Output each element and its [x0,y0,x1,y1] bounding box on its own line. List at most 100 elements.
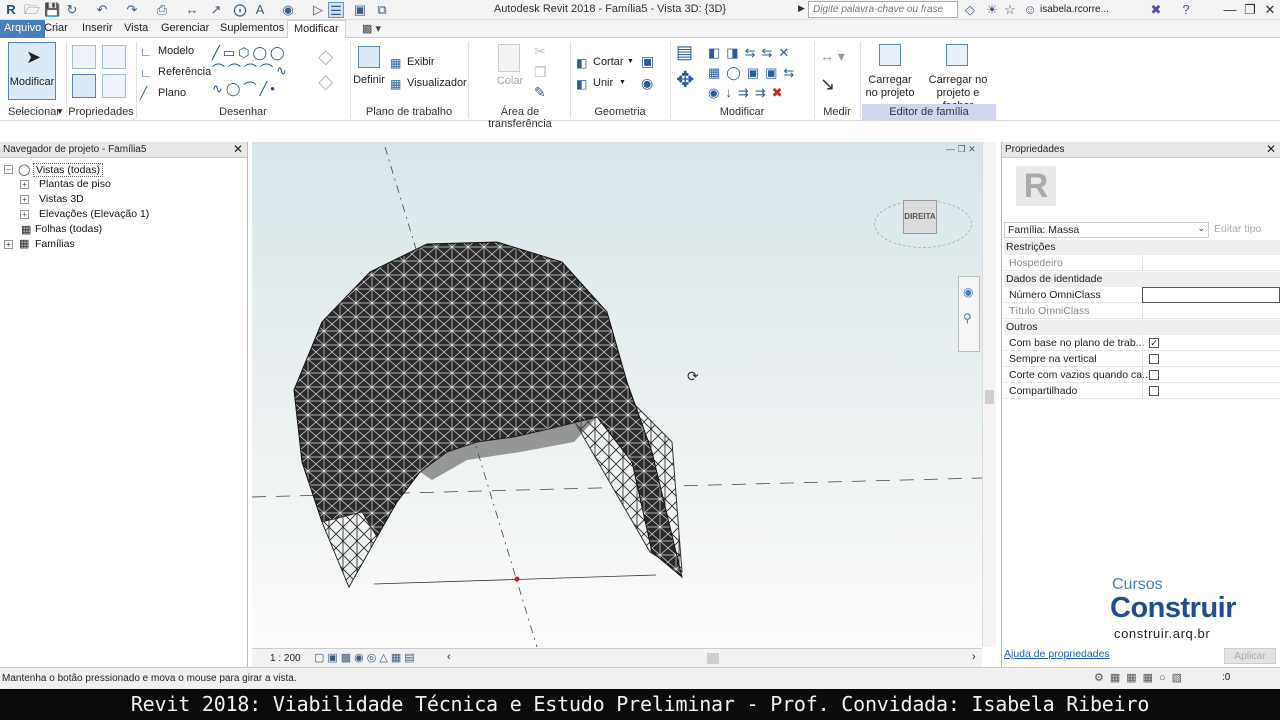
collapse-icon[interactable]: – [4,165,13,174]
show-work-plane[interactable]: Exibir [407,56,435,68]
paste-icon[interactable] [498,44,520,72]
join-dropdown-icon[interactable]: ▼ [619,79,626,86]
scroll-right-icon[interactable]: › [972,651,976,663]
row-omniclass-number[interactable]: Número OmniClass [1004,287,1280,303]
move-icon[interactable]: ✥ [676,69,694,91]
expand-icon[interactable]: + [20,210,29,219]
section-others[interactable]: Outros [1004,320,1280,335]
cut-geometry-button[interactable]: Cortar [593,56,624,68]
help-icon[interactable]: ? [1178,2,1194,18]
row-work-plane-based[interactable]: Com base no plano de trab... ✓ [1004,335,1280,351]
tab-insert[interactable]: Inserir [82,22,113,34]
switch-windows-icon[interactable]: ⧉ [374,2,390,18]
3d-viewport[interactable]: DIREITA ◉ ⚲ ⟳ — ❐ ✕ [252,142,982,647]
draw-reference[interactable]: Referência [158,66,211,78]
apply-button[interactable]: Aplicar [1224,648,1276,664]
view-scale[interactable]: 1 : 200 [270,653,301,664]
viewcube[interactable]: DIREITA [903,200,937,234]
edit-type-button[interactable]: Editar tipo [1214,223,1261,235]
draw-model[interactable]: Modelo [158,45,194,57]
modify-tools-gallery[interactable]: ◧◨⇆⇆✕ ▦◯▣▣⇆ ◉↓⇉⇉✖ [708,43,812,103]
tag-icon[interactable]: ⨀ [232,2,248,18]
tree-sheets[interactable]: Folhas (todas) [35,223,102,235]
model-line-icon[interactable]: ∟ [140,44,152,60]
scroll-left-icon[interactable]: ‹ [447,651,451,663]
row-host[interactable]: Hospedeiro [1004,255,1280,271]
select-panel-label[interactable]: Selecionar [4,106,64,118]
join-geometry-button[interactable]: Unir [593,77,613,89]
measure-distance-icon[interactable]: ↔ ▾ [820,48,845,64]
close-icon[interactable]: ✕ [1262,2,1278,18]
sync-icon[interactable]: ↻ [64,2,80,18]
maximize-icon[interactable]: ❐ [1242,2,1258,18]
properties-help-link[interactable]: Ajuda de propriedades [1004,648,1110,660]
type-properties-icon[interactable] [102,74,126,98]
row-cut-with-voids[interactable]: Corte com vazios quando ca... [1004,367,1280,383]
zoom-icon[interactable]: ⚲ [963,311,972,325]
family-types-icon[interactable] [72,45,96,69]
3d-view-icon[interactable]: ◉ [280,2,296,18]
draw-tools-gallery[interactable]: ╱▭⬡◯◯ ⌒⌒⌒⌒∿ ∿◯⌒╱• [212,44,316,100]
section-restrictions[interactable]: Restrições [1004,240,1280,255]
search-arrow-icon[interactable]: ▶ [798,3,805,14]
tree-elevations[interactable]: Elevações (Elevação 1) [39,208,149,220]
binoculars-icon[interactable]: ◇ [962,2,978,18]
undo-icon[interactable]: ↶ [94,2,110,18]
tab-file[interactable]: Arquivo [0,20,46,38]
print-icon[interactable]: ⎙ [154,2,170,18]
minimize-icon[interactable]: — [1222,2,1238,18]
close-browser-icon[interactable]: ✕ [233,142,243,156]
cut-icon[interactable]: ✂ [534,43,546,59]
view-control-icons[interactable]: ▢▣▩◉◎△▦▤ [314,651,418,664]
tab-view[interactable]: Vista [124,22,148,34]
shared-checkbox[interactable] [1149,386,1159,396]
filter-count[interactable]: :0 [1222,672,1230,683]
family-category-icon[interactable] [102,45,126,69]
join-geometry-icon[interactable]: ◧ [576,76,587,92]
copy-icon[interactable]: ❐ [534,64,547,80]
search-input[interactable] [808,1,958,18]
expand-icon[interactable]: + [4,240,13,249]
context-tab-icon[interactable]: ▩ ▾ [362,22,381,35]
tab-modify[interactable]: Modificar [287,20,346,39]
horizontal-scroll-thumb[interactable] [707,653,719,664]
close-hidden-icon[interactable]: ▣ [352,2,368,18]
omniclass-number-field[interactable] [1142,287,1280,303]
tree-floor-plans[interactable]: Plantas de piso [39,178,111,190]
properties-icon[interactable] [72,74,96,98]
pick-lines-icon[interactable]: ◇ ◇ [318,44,344,93]
open-icon[interactable]: 🗁 [24,2,40,18]
align-icon[interactable]: ▤ [676,43,693,61]
define-work-plane-button[interactable]: Definir [352,74,386,87]
selection-filter-icons[interactable]: ⚙▦▦▦○▧ [1094,671,1188,684]
reference-line-icon[interactable]: ∟ [140,65,152,81]
draw-plane[interactable]: Plano [158,87,186,99]
tree-3d-views[interactable]: Vistas 3D [39,193,84,205]
row-omniclass-title[interactable]: Título OmniClass [1004,303,1280,319]
text-icon[interactable]: A [252,2,268,18]
row-shared[interactable]: Compartilhado [1004,383,1280,399]
measure-icon[interactable]: ↔ [184,2,200,18]
tab-addins[interactable]: Suplementos [220,22,284,34]
paint-icon[interactable]: ◉ [641,75,653,91]
tab-manage[interactable]: Gerenciar [161,22,209,34]
modify-button[interactable]: ➤ Modificar [8,42,56,100]
viewer-icon[interactable]: ▦ [390,76,401,92]
subscription-icon[interactable]: ☀ [984,2,1000,18]
cut-with-voids-checkbox[interactable] [1149,370,1159,380]
star-icon[interactable]: ☆ [1002,2,1018,18]
tree-families[interactable]: Famílias [35,238,75,250]
select-dropdown-icon[interactable]: ▼ [56,107,64,116]
user-name[interactable]: isabela.rcorre... [1040,4,1109,15]
load-and-close-icon[interactable] [946,44,968,66]
scroll-thumb[interactable] [985,390,994,404]
set-work-plane-icon[interactable] [358,46,380,68]
cut-geometry-icon[interactable]: ◧ [576,55,587,71]
exchange-icon[interactable]: ✖ [1148,2,1164,18]
tree-views-all[interactable]: Vistas (todas) [33,163,103,177]
save-icon[interactable]: 💾 [44,2,60,18]
dimension-icon[interactable]: ↗ [208,2,224,18]
split-face-icon[interactable]: ▣ [641,53,654,69]
steering-wheel-icon[interactable]: ◉ [963,285,973,299]
view-window-controls[interactable]: — ❐ ✕ [946,144,976,155]
